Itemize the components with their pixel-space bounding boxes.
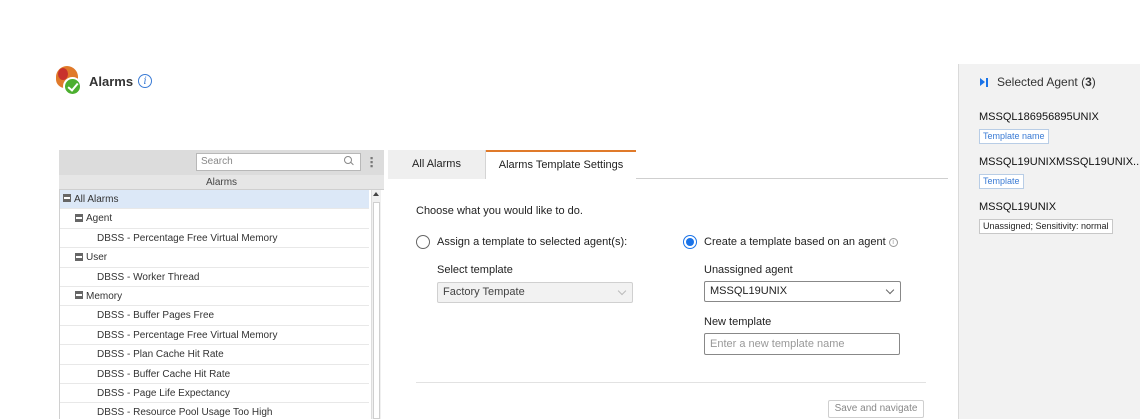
radio-create-template-label[interactable]: Create a template based on an agent i <box>704 236 898 248</box>
search-placeholder: Search <box>201 156 233 167</box>
tree-item-label: DBSS - Percentage Free Virtual Memory <box>97 232 278 244</box>
info-icon[interactable]: i <box>888 237 898 247</box>
new-template-label: New template <box>704 316 772 328</box>
chevron-down-icon <box>617 286 627 296</box>
save-and-navigate-button[interactable]: Save and navigate <box>828 400 924 418</box>
tab-all-alarms[interactable]: All Alarms <box>388 150 486 179</box>
agent-name: MSSQL19UNIX <box>979 201 1057 213</box>
collapse-panel-icon[interactable] <box>980 78 989 87</box>
tree-group-row[interactable]: User <box>60 248 369 268</box>
tree-item-row[interactable]: DBSS - Page Life Expectancy <box>60 384 369 404</box>
new-template-input[interactable]: Enter a new template name <box>704 333 900 355</box>
radio-assign-template[interactable] <box>416 235 430 249</box>
collapse-icon[interactable] <box>75 291 83 300</box>
info-icon[interactable]: i <box>138 74 153 88</box>
agent-name: MSSQL186956895UNIX <box>979 111 1099 123</box>
scroll-up-arrow-icon[interactable] <box>373 192 379 196</box>
scroll-thumb[interactable] <box>373 202 380 419</box>
alarms-tree-panel: Search ▪ ▪ ▪ Alarms All Alarms Agent DBSS - … <box>59 150 384 419</box>
page-title: Alarms <box>89 73 134 89</box>
search-input[interactable]: Search <box>196 153 361 171</box>
tree-item-label: DBSS - Resource Pool Usage Too High <box>97 407 273 419</box>
radio-assign-template-label[interactable]: Assign a template to selected agent(s): <box>437 236 627 248</box>
collapse-icon[interactable] <box>75 213 83 222</box>
tree-item-row[interactable]: DBSS - Buffer Cache Hit Rate <box>60 365 369 384</box>
selected-agents-title: Selected Agent (3) <box>997 75 1096 89</box>
tree-item-row[interactable]: DBSS - Worker Thread <box>60 268 369 287</box>
select-template-label: Select template <box>437 264 513 276</box>
collapse-icon[interactable] <box>75 252 83 261</box>
tree-item-label: DBSS - Plan Cache Hit Rate <box>97 349 224 361</box>
selected-agents-panel: Selected Agent (3) MSSQL186956895UNIX Te… <box>958 64 1140 419</box>
tree-group-row[interactable]: All Alarms <box>60 190 369 210</box>
tree-group-row[interactable]: Memory <box>60 287 369 307</box>
alarm-bell-icon <box>54 66 84 96</box>
divider <box>416 382 926 383</box>
tree-item-row[interactable]: DBSS - Buffer Pages Free <box>60 306 369 326</box>
tree-item-label: All Alarms <box>74 194 119 205</box>
instruction-text: Choose what you would like to do. <box>416 205 583 217</box>
chevron-down-icon <box>885 285 895 295</box>
unassigned-agent-dropdown[interactable]: MSSQL19UNIX <box>704 281 901 302</box>
tree-item-label: DBSS - Percentage Free Virtual Memory <box>97 329 278 341</box>
tree-item-label: DBSS - Buffer Cache Hit Rate <box>97 368 231 380</box>
tree-group-row[interactable]: Agent <box>60 209 369 229</box>
list-options-icon[interactable]: ▪ ▪ ▪ <box>370 154 380 171</box>
tree-item-label: Memory <box>86 290 123 302</box>
tab-alarms-template-settings[interactable]: Alarms Template Settings <box>486 150 636 179</box>
collapse-icon[interactable] <box>63 194 71 203</box>
tree-item-row[interactable]: DBSS - Resource Pool Usage Too High <box>60 403 369 419</box>
tree-item-row[interactable]: DBSS - Percentage Free Virtual Memory <box>60 229 369 249</box>
unassigned-agent-label: Unassigned agent <box>704 264 793 276</box>
template-settings-panel: All Alarms Alarms Template Settings Choo… <box>388 147 948 419</box>
tree-item-label: DBSS - Worker Thread <box>97 271 200 283</box>
agent-status-badge: Unassigned; Sensitivity: normal <box>979 219 1113 234</box>
tree-item-label: Agent <box>86 213 113 225</box>
radio-create-template[interactable] <box>683 235 697 249</box>
selected-agents-title-prefix: Selected Agent ( <box>997 75 1086 89</box>
unassigned-agent-value: MSSQL19UNIX <box>710 285 788 297</box>
tree-item-row[interactable]: DBSS - Plan Cache Hit Rate <box>60 345 369 365</box>
search-icon[interactable] <box>344 156 354 166</box>
tree-item-label: DBSS - Page Life Expectancy <box>97 387 230 399</box>
tree-scrollbar[interactable] <box>371 190 381 419</box>
alarms-tree: All Alarms Agent DBSS - Percentage Free Vi… <box>59 190 369 419</box>
new-template-placeholder: Enter a new template name <box>710 338 845 350</box>
agent-template-badge[interactable]: Template <box>979 174 1024 189</box>
tab-bar: All Alarms Alarms Template Settings <box>388 150 948 179</box>
tree-column-header: Alarms <box>59 175 384 190</box>
agent-name: MSSQL19UNIXMSSQL19UNIX... <box>979 156 1140 168</box>
tree-item-row[interactable]: DBSS - Percentage Free Virtual Memory <box>60 326 369 346</box>
search-toolbar: Search ▪ ▪ ▪ <box>59 150 384 175</box>
selected-agents-count: 3 <box>1085 75 1092 89</box>
tree-item-label: DBSS - Buffer Pages Free <box>97 310 215 322</box>
radio-create-template-text: Create a template based on an agent <box>704 236 886 248</box>
select-template-value: Factory Tempate <box>443 286 525 298</box>
agent-template-badge[interactable]: Template name <box>979 129 1049 144</box>
tree-item-label: User <box>86 252 108 264</box>
select-template-dropdown[interactable]: Factory Tempate <box>437 282 633 303</box>
page-header: Alarms i <box>54 66 153 96</box>
selected-agents-title-suffix: ) <box>1091 75 1096 89</box>
